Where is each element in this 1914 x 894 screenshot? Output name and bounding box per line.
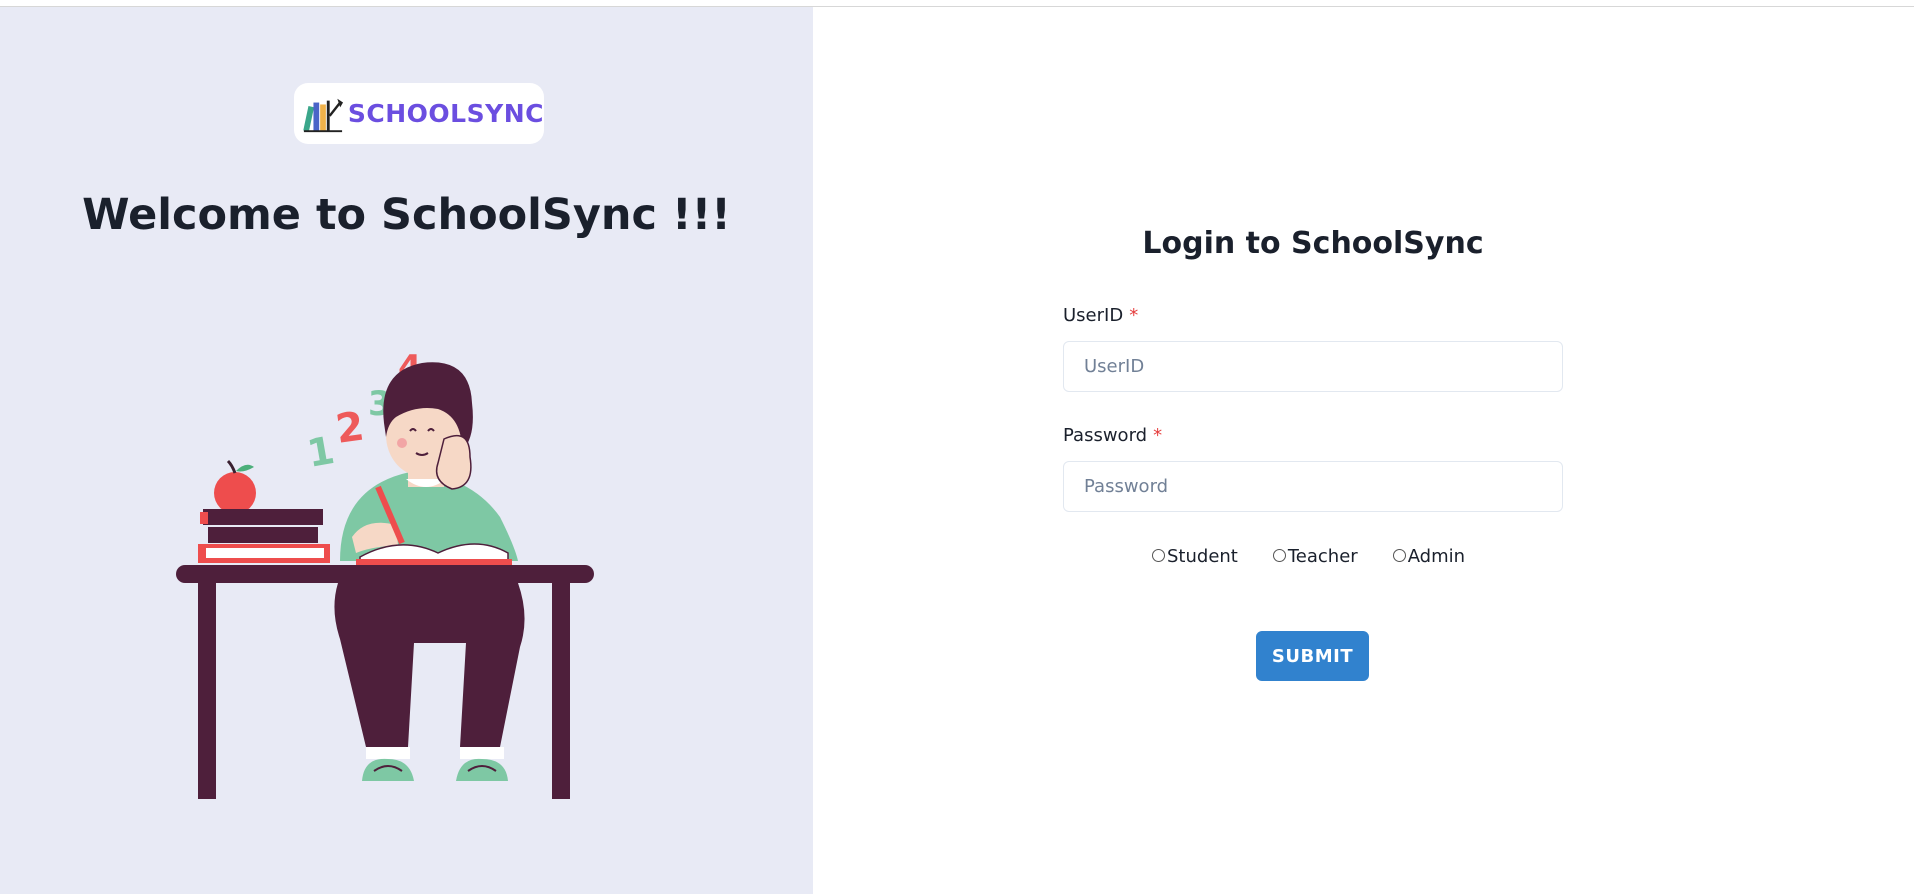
student-radio[interactable] <box>1152 548 1165 562</box>
required-mark: * <box>1153 425 1163 446</box>
books-icon <box>303 98 344 132</box>
illustration-number-2: 2 <box>333 403 367 452</box>
login-title: Login to SchoolSync <box>1142 226 1484 261</box>
password-label: Password * <box>1063 425 1162 446</box>
password-label-text: Password <box>1063 425 1148 446</box>
logo: SCHOOLSYNC <box>294 83 544 144</box>
role-option-admin[interactable]: Admin <box>1392 545 1466 567</box>
illustration-number-1: 1 <box>304 428 338 476</box>
role-label-teacher: Teacher <box>1287 545 1358 567</box>
submit-button[interactable]: SUBMIT <box>1256 631 1369 681</box>
password-input[interactable] <box>1063 461 1563 512</box>
userid-label-text: UserID <box>1063 305 1124 326</box>
role-label-admin: Admin <box>1407 545 1466 567</box>
top-border <box>0 0 1914 7</box>
welcome-heading: Welcome to SchoolSync !!! <box>82 190 731 240</box>
logo-text: SCHOOLSYNC <box>347 99 544 128</box>
role-radio-group: Student Teacher Admin <box>1152 544 1465 568</box>
teacher-radio[interactable] <box>1272 548 1286 562</box>
userid-label: UserID * <box>1063 305 1138 326</box>
role-label-student: Student <box>1167 545 1238 567</box>
student-studying-illustration: 1 2 3 4 <box>176 348 594 799</box>
role-option-student[interactable]: Student <box>1152 546 1238 567</box>
userid-input[interactable] <box>1063 341 1563 392</box>
required-mark: * <box>1129 305 1139 326</box>
welcome-panel: SCHOOLSYNC Welcome to SchoolSync !!! 1 2… <box>0 7 813 894</box>
role-option-teacher[interactable]: Teacher <box>1272 545 1358 567</box>
admin-radio[interactable] <box>1392 548 1406 562</box>
